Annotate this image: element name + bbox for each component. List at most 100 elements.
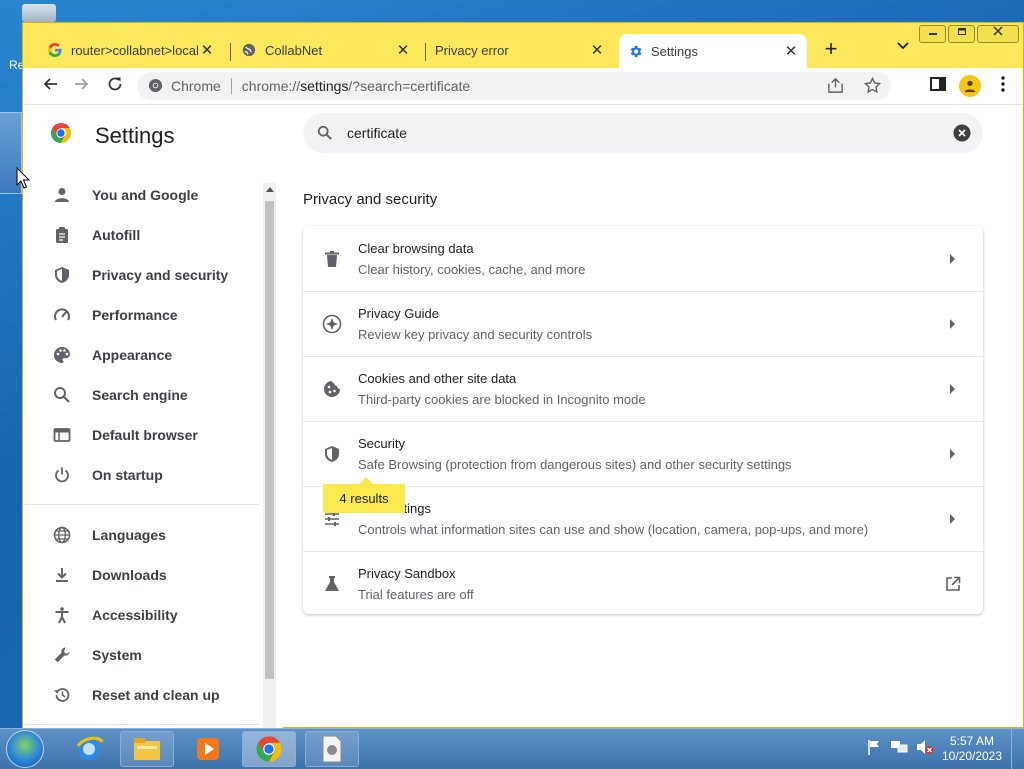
nav-divider bbox=[23, 724, 259, 725]
new-tab-button[interactable]: + bbox=[819, 37, 843, 61]
sidebar-item-label: Performance bbox=[92, 307, 178, 323]
internet-explorer-taskbar-icon[interactable] bbox=[62, 731, 116, 767]
clipboard-icon bbox=[52, 225, 72, 245]
speedometer-icon bbox=[52, 305, 72, 325]
settings-search-field[interactable]: certificate bbox=[303, 113, 983, 153]
sidebar-item-label: On startup bbox=[92, 467, 163, 483]
sidebar-item-performance[interactable]: Performance bbox=[23, 295, 261, 335]
clear-browsing-data-row[interactable]: Clear browsing data Clear history, cooki… bbox=[303, 226, 983, 291]
tab-close-icon[interactable]: ✕ bbox=[783, 42, 799, 60]
sidebar-item-autofill[interactable]: Autofill bbox=[23, 215, 261, 255]
flag-icon[interactable] bbox=[866, 739, 882, 760]
reload-icon[interactable] bbox=[105, 76, 125, 96]
shield-icon bbox=[52, 265, 72, 285]
search-icon bbox=[317, 125, 333, 141]
sidebar-item-label: Autofill bbox=[92, 227, 141, 243]
row-title: Clear browsing data bbox=[358, 240, 474, 256]
sidebar-item-privacy-and-security[interactable]: Privacy and security bbox=[23, 255, 261, 295]
sidebar-item-label: Downloads bbox=[92, 567, 167, 583]
scroll-up-arrow-icon[interactable] bbox=[263, 185, 276, 197]
volume-muted-icon[interactable] bbox=[916, 739, 934, 760]
sidebar-item-search-engine[interactable]: Search engine bbox=[23, 375, 261, 415]
row-subtitle: Trial features are off bbox=[358, 587, 474, 602]
system-clock[interactable]: 5:57 AM 10/20/2023 bbox=[936, 734, 1008, 764]
row-title: Security bbox=[358, 436, 405, 451]
sidebar-item-appearance[interactable]: Appearance bbox=[23, 335, 261, 375]
tab-close-icon[interactable]: ✕ bbox=[589, 41, 605, 59]
tab-settings[interactable]: Settings ✕ bbox=[619, 34, 807, 68]
security-row[interactable]: Security Safe Browsing (protection from … bbox=[303, 421, 983, 486]
arrow-right-icon bbox=[943, 379, 963, 399]
sidebar-item-reset-and-clean-up[interactable]: Reset and clean up bbox=[23, 675, 261, 715]
row-text: Site Settings Controls what information … bbox=[358, 501, 943, 537]
media-player-taskbar-icon[interactable] bbox=[181, 731, 235, 767]
network-icon[interactable] bbox=[890, 739, 908, 760]
settings-header: Settings bbox=[49, 121, 175, 150]
tab-strip: router>collabnet>local7 ✕ CollabNet ✕ Pr… bbox=[23, 23, 1023, 68]
cookie-icon bbox=[322, 379, 342, 399]
sidebar-item-downloads[interactable]: Downloads bbox=[23, 555, 261, 595]
app-taskbar-icon[interactable] bbox=[305, 731, 359, 767]
arrow-right-icon bbox=[943, 314, 963, 334]
sidebar-item-languages[interactable]: Languages bbox=[23, 515, 261, 555]
sidebar-item-system[interactable]: System bbox=[23, 635, 261, 675]
chrome-taskbar-icon[interactable] bbox=[242, 731, 296, 767]
tab-collabnet[interactable]: CollabNet ✕ bbox=[233, 35, 419, 65]
person-icon bbox=[959, 75, 981, 97]
kebab-menu-icon[interactable] bbox=[995, 75, 1011, 93]
sidebar-item-default-browser[interactable]: Default browser bbox=[23, 415, 261, 455]
address-bar[interactable]: Chrome chrome://settings/?search=certifi… bbox=[137, 72, 891, 100]
restore-window-icon[interactable] bbox=[948, 25, 975, 43]
tab-close-icon[interactable]: ✕ bbox=[395, 41, 411, 59]
sidebar-item-you-and-google[interactable]: You and Google bbox=[23, 175, 261, 215]
chrome-logo-icon bbox=[148, 78, 163, 96]
cookies-row[interactable]: Cookies and other site data Third-party … bbox=[303, 356, 983, 421]
shield-icon bbox=[322, 444, 342, 464]
sidebar-item-label: Privacy and security bbox=[92, 267, 229, 283]
file-explorer-taskbar-icon[interactable] bbox=[120, 731, 174, 767]
external-link-icon[interactable] bbox=[943, 574, 963, 594]
close-window-icon[interactable] bbox=[977, 25, 1019, 43]
show-desktop-button[interactable] bbox=[1011, 729, 1024, 769]
sidebar-item-label: You and Google bbox=[92, 187, 199, 203]
site-settings-row[interactable]: Site Settings Controls what information … bbox=[303, 486, 983, 551]
row-text: Cookies and other site data Third-party … bbox=[358, 371, 943, 407]
profile-avatar[interactable] bbox=[959, 75, 981, 97]
tab-search-chevron-icon[interactable] bbox=[897, 39, 909, 55]
sidebar-item-label: Default browser bbox=[92, 427, 198, 443]
settings-sidebar: Settings You and Google Autofill Privacy… bbox=[23, 105, 283, 729]
clear-search-icon[interactable] bbox=[953, 124, 971, 142]
tab-router[interactable]: router>collabnet>local7 ✕ bbox=[39, 35, 223, 65]
row-text: Clear browsing data Clear history, cooki… bbox=[358, 241, 943, 277]
privacy-sandbox-row[interactable]: Privacy Sandbox Trial features are off bbox=[303, 551, 983, 616]
side-panel-icon[interactable] bbox=[929, 75, 947, 93]
clock-time: 5:57 AM bbox=[949, 734, 995, 748]
start-button[interactable] bbox=[6, 730, 44, 768]
sidebar-item-label: Reset and clean up bbox=[92, 687, 220, 703]
sidebar-item-accessibility[interactable]: Accessibility bbox=[23, 595, 261, 635]
browser-window-icon bbox=[52, 425, 72, 445]
back-arrow-icon[interactable] bbox=[40, 76, 60, 96]
download-icon bbox=[52, 565, 72, 585]
share-icon[interactable] bbox=[827, 77, 844, 97]
page-title: Settings bbox=[95, 122, 175, 148]
tab-close-icon[interactable]: ✕ bbox=[199, 41, 215, 59]
sidebar-item-on-startup[interactable]: On startup bbox=[23, 455, 261, 495]
section-title: Privacy and security bbox=[303, 191, 438, 208]
arrow-right-icon bbox=[943, 509, 963, 529]
search-icon bbox=[52, 385, 72, 405]
bookmark-star-icon[interactable] bbox=[863, 76, 882, 97]
tab-title: CollabNet bbox=[265, 42, 323, 58]
minimize-icon[interactable] bbox=[919, 25, 946, 43]
browser-toolbar: Chrome chrome://settings/?search=certifi… bbox=[23, 68, 1023, 105]
sidebar-scrollbar[interactable] bbox=[263, 183, 276, 749]
privacy-guide-row[interactable]: Privacy Guide Review key privacy and sec… bbox=[303, 291, 983, 356]
forward-arrow-icon[interactable] bbox=[72, 76, 92, 96]
trash-icon bbox=[322, 249, 342, 269]
tab-privacy-error[interactable]: Privacy error ✕ bbox=[427, 35, 613, 65]
search-results-bubble: 4 results bbox=[323, 477, 405, 513]
search-input[interactable]: certificate bbox=[347, 125, 953, 141]
recycle-bin-icon[interactable] bbox=[22, 4, 56, 22]
row-subtitle: Controls what information sites can use … bbox=[358, 522, 869, 537]
scrollbar-thumb[interactable] bbox=[265, 201, 274, 679]
